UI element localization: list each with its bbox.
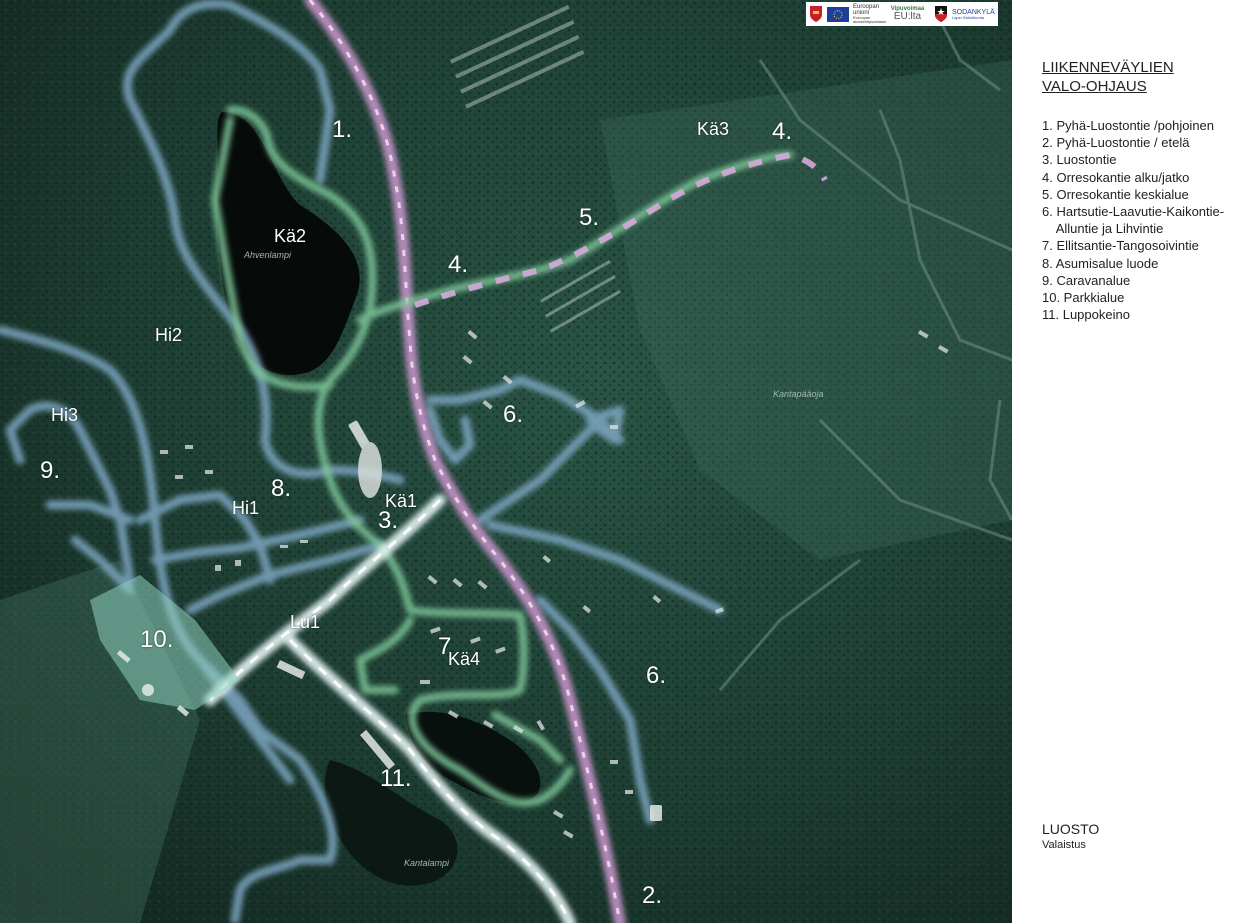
legend-item: 3. Luostontie [1042, 152, 1117, 168]
label-route-4-east: 4. [772, 118, 793, 145]
place-subtitle: Valaistus [1042, 839, 1086, 851]
label-route-6-south: 6. [646, 662, 667, 689]
legend-list: 1. Pyhä-Luostontie /pohjoinen 2. Pyhä-Lu… [1042, 117, 1224, 323]
label-lu1: Lu1 [290, 612, 321, 632]
legend-item: 8. Asumisalue luode [1042, 255, 1159, 271]
vipuvoimaa-logo: Vipuvoimaa EU:lta [885, 4, 930, 24]
legend-item: 9. Caravanalue [1042, 272, 1131, 288]
legend-panel: LIIKENNEVÄYLIEN VALO-OHJAUS 1. Pyhä-Luos… [1012, 0, 1258, 923]
label-ka1: Kä1 [385, 491, 418, 511]
place-kantalampi: Kantalampi [404, 858, 450, 868]
label-route-4-west: 4. [448, 251, 469, 278]
label-route-2: 2. [642, 882, 663, 909]
eu-flag-icon [827, 4, 849, 24]
label-route-1: 1. [332, 116, 353, 143]
place-ahvenlampi: Ahvenlampi [244, 250, 292, 260]
label-route-10: 10. [140, 626, 174, 653]
legend-item: 4. Orresokantie alku/jatko [1042, 169, 1190, 185]
legend-title-line-2: VALO-OHJAUS [1042, 78, 1147, 95]
label-ka2: Kä2 [274, 226, 307, 246]
coat-of-arms-icon [809, 4, 823, 24]
legend-item: 6. Hartsutie-Laavutie-Kaikontie- [1042, 204, 1225, 220]
label-ka4: Kä4 [448, 649, 481, 669]
eu-sub-text: Euroopan aluekehitysrahasto [853, 15, 887, 24]
label-hi3: Hi3 [51, 405, 79, 425]
label-route-3: 3. [378, 507, 399, 534]
legend-item: 11. Luppokeino [1042, 307, 1130, 323]
euilta-text: EU:lta [893, 11, 922, 22]
legend-item: 1. Pyhä-Luostontie /pohjoinen [1042, 118, 1215, 133]
legend-title: LIIKENNEVÄYLIEN VALO-OHJAUS [1042, 58, 1242, 96]
sodankyla-sub-text: Lapin Sähkökunta [951, 14, 985, 20]
label-route-9: 9. [40, 457, 61, 484]
legend-item: 10. Parkkialue [1042, 290, 1125, 306]
label-hi1: Hi1 [232, 498, 260, 518]
label-ka3: Kä3 [697, 119, 730, 139]
legend-item: 7. Ellitsantie-Tangosoivintie [1042, 238, 1199, 254]
label-route-5: 5. [579, 204, 600, 231]
sodankyla-logo: SODANKYLÄ Lapin Sähkökunta [952, 4, 995, 24]
label-route-6-north: 6. [503, 401, 524, 428]
place-name: LUOSTO [1042, 821, 1100, 837]
label-route-11: 11. [380, 765, 412, 792]
legend-item: Alluntie ja Lihvintie [1042, 221, 1164, 237]
label-route-8: 8. [271, 475, 292, 502]
map-canvas [0, 0, 1012, 923]
sponsor-logos: Euroopan unioni Euroopan aluekehitysraha… [806, 2, 998, 26]
label-hi2: Hi2 [155, 325, 183, 345]
sodankyla-crest-icon [934, 4, 948, 24]
legend-item: 5. Orresokantie keskialue [1042, 186, 1189, 202]
place-kantapaaoja: Kantapääoja [773, 389, 824, 399]
satellite-map: 1. 2. 3. 4. 4. 5. 6. 6. 7 8. 9. 10. 11. … [0, 0, 1012, 923]
legend-title-line-1: LIIKENNEVÄYLIEN [1042, 59, 1174, 76]
legend-item: 2. Pyhä-Luostontie / etelä [1042, 135, 1190, 151]
eu-text-block: Euroopan unioni Euroopan aluekehitysraha… [853, 4, 886, 24]
